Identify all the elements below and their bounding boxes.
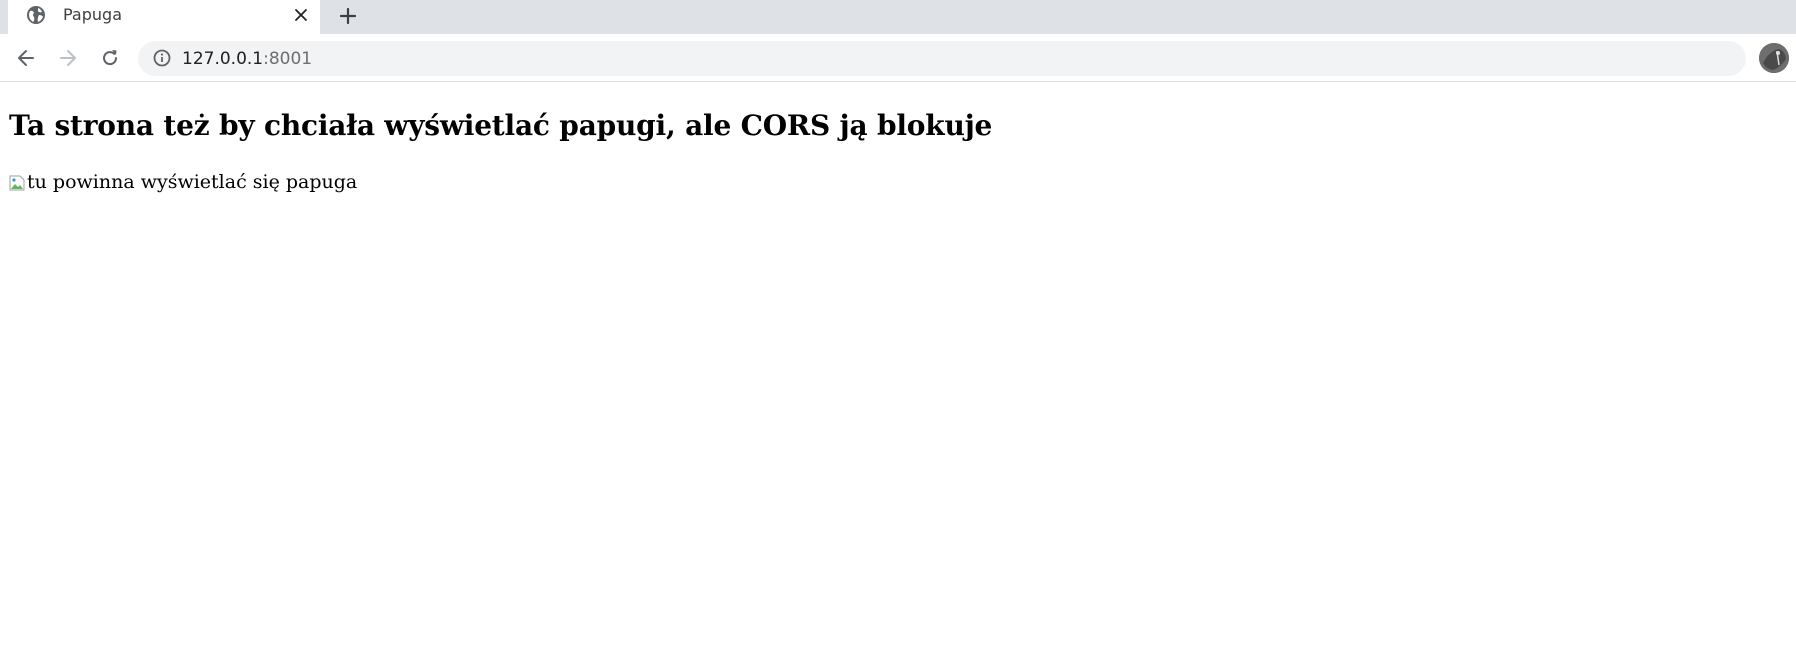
- page-content: Ta strona też by chciała wyświetlać papu…: [0, 83, 1796, 646]
- info-icon[interactable]: [152, 48, 172, 68]
- close-icon[interactable]: [290, 4, 312, 26]
- arrow-left-icon[interactable]: [12, 44, 40, 72]
- url-text: 127.0.0.1:8001: [182, 49, 312, 69]
- tab-title: Papuga: [63, 5, 122, 24]
- tab-papuga[interactable]: Papuga: [8, 0, 320, 34]
- globe-icon: [26, 5, 46, 25]
- page-heading: Ta strona też by chciała wyświetlać papu…: [9, 109, 993, 142]
- image-alt-text: tu powinna wyświetlać się papuga: [27, 171, 358, 193]
- reload-icon[interactable]: [96, 44, 124, 72]
- url-host: 127.0.0.1: [182, 49, 264, 69]
- arrow-right-icon[interactable]: [54, 44, 82, 72]
- address-bar[interactable]: 127.0.0.1:8001: [138, 41, 1746, 76]
- url-port: :8001: [263, 49, 313, 69]
- broken-image: tu powinna wyświetlać się papuga: [9, 171, 357, 193]
- browser-toolbar: 127.0.0.1:8001: [0, 34, 1796, 82]
- broken-image-icon: [9, 174, 25, 191]
- tab-strip: Papuga: [0, 0, 1796, 34]
- avatar[interactable]: [1759, 43, 1789, 73]
- plus-icon[interactable]: [334, 2, 362, 30]
